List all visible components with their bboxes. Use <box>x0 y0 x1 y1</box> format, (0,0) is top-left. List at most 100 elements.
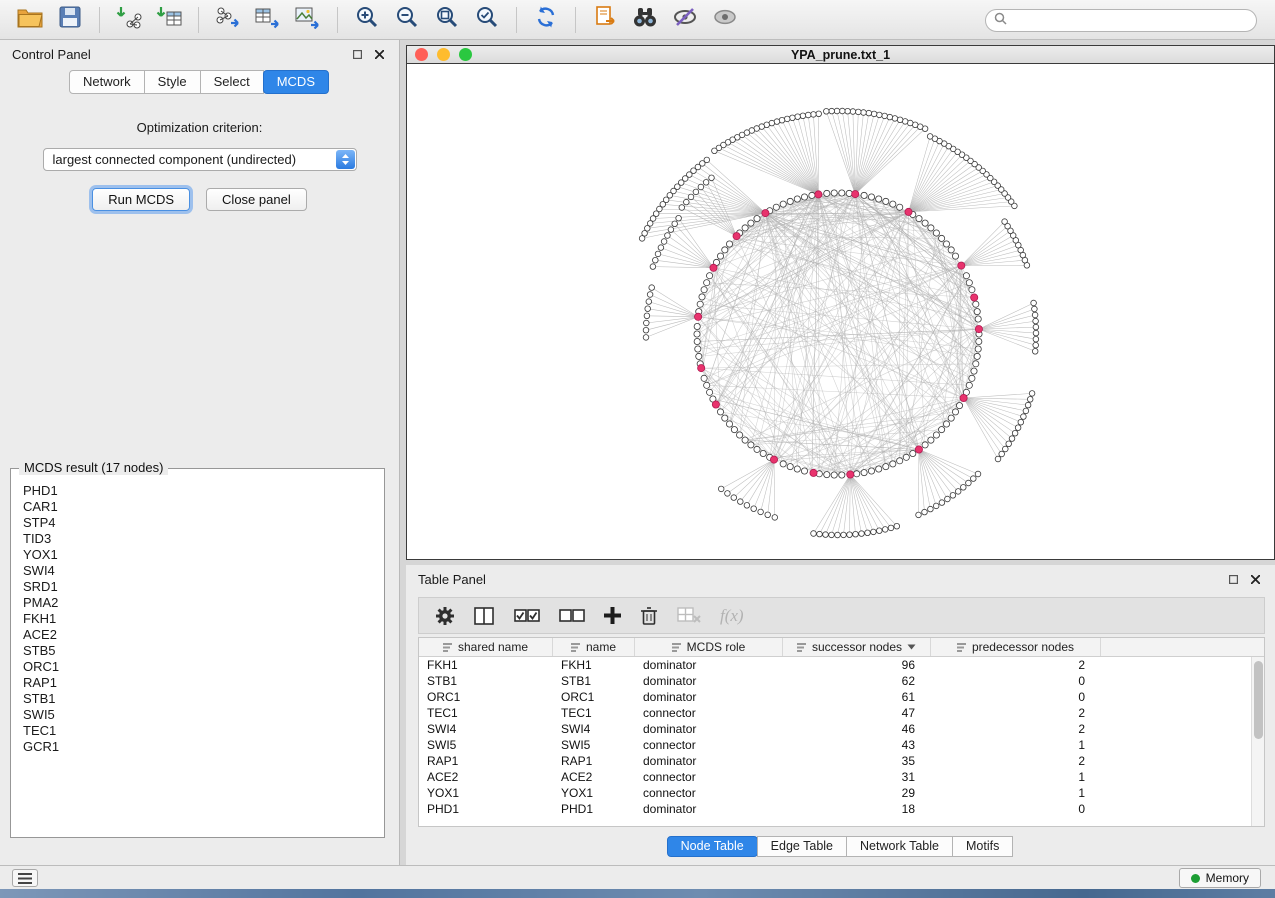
tab-style[interactable]: Style <box>144 70 201 94</box>
table-cell: dominator <box>635 722 783 736</box>
mcds-result-item[interactable]: ACE2 <box>23 627 384 643</box>
mcds-result-item[interactable]: PHD1 <box>23 483 384 499</box>
mcds-result-item[interactable]: YOX1 <box>23 547 384 563</box>
close-panel-icon[interactable] <box>1247 571 1263 587</box>
global-search-field[interactable] <box>985 9 1257 32</box>
sort-icon <box>571 642 581 652</box>
search-input[interactable] <box>1012 14 1256 28</box>
criterion-dropdown[interactable]: largest connected component (undirected) <box>43 148 357 171</box>
delete-column-button[interactable] <box>640 606 658 626</box>
show-graphics-details-button[interactable] <box>705 4 745 36</box>
table-cell: STB1 <box>553 674 635 688</box>
column-header-predecessor-nodes[interactable]: predecessor nodes <box>931 638 1101 656</box>
window-maximize-icon[interactable] <box>459 48 472 61</box>
table-cell: connector <box>635 738 783 752</box>
mcds-result-item[interactable]: TEC1 <box>23 723 384 739</box>
show-columns-button[interactable] <box>474 607 495 625</box>
table-cell: 61 <box>783 690 931 704</box>
mcds-result-item[interactable]: SRD1 <box>23 579 384 595</box>
column-header-name[interactable]: name <box>553 638 635 656</box>
table-cell: STB1 <box>419 674 553 688</box>
run-mcds-button[interactable]: Run MCDS <box>92 188 190 211</box>
mcds-result-item[interactable]: TID3 <box>23 531 384 547</box>
tab-motifs[interactable]: Motifs <box>952 836 1013 857</box>
memory-label: Memory <box>1206 871 1249 885</box>
hide-graphics-details-button[interactable] <box>665 4 705 36</box>
mcds-result-item[interactable]: FKH1 <box>23 611 384 627</box>
list-icon <box>18 873 32 884</box>
search-network-button[interactable] <box>625 4 665 36</box>
zoom-out-button[interactable] <box>387 4 427 36</box>
save-session-button[interactable] <box>50 4 90 36</box>
column-header-mcds-role[interactable]: MCDS role <box>635 638 783 656</box>
column-header-successor-nodes[interactable]: successor nodes <box>783 638 931 656</box>
mcds-result-item[interactable]: STB1 <box>23 691 384 707</box>
memory-button[interactable]: Memory <box>1179 868 1261 888</box>
open-file-button[interactable] <box>10 4 50 36</box>
table-row[interactable]: PHD1PHD1dominator180 <box>419 801 1264 817</box>
tab-select[interactable]: Select <box>200 70 264 94</box>
table-row[interactable]: SWI4SWI4dominator462 <box>419 721 1264 737</box>
import-network-button[interactable] <box>109 4 149 36</box>
import-table-button[interactable] <box>149 4 189 36</box>
mcds-result-item[interactable]: CAR1 <box>23 499 384 515</box>
mcds-result-item[interactable]: STP4 <box>23 515 384 531</box>
tab-edge-table[interactable]: Edge Table <box>757 836 847 857</box>
select-all-button[interactable] <box>514 609 540 623</box>
table-row[interactable]: FKH1FKH1dominator962 <box>419 657 1264 673</box>
refresh-button[interactable] <box>526 4 566 36</box>
table-row[interactable]: TEC1TEC1connector472 <box>419 705 1264 721</box>
show-panels-button[interactable] <box>12 869 38 887</box>
control-panel: Control Panel Network Style Select MCDS … <box>0 40 400 865</box>
export-network-button[interactable] <box>208 4 248 36</box>
table-cell: 2 <box>931 722 1101 736</box>
add-column-button[interactable] <box>604 607 621 624</box>
zoom-in-button[interactable] <box>347 4 387 36</box>
table-cell: connector <box>635 706 783 720</box>
zoom-fit-icon <box>435 5 459 34</box>
table-cell: SWI4 <box>419 722 553 736</box>
table-cell: TEC1 <box>419 706 553 720</box>
close-panel-icon[interactable] <box>371 46 387 62</box>
tab-node-table[interactable]: Node Table <box>667 836 758 857</box>
zoom-fit-button[interactable] <box>427 4 467 36</box>
network-canvas[interactable] <box>407 64 1274 559</box>
export-table-button[interactable] <box>248 4 288 36</box>
network-window-titlebar[interactable]: YPA_prune.txt_1 <box>407 46 1274 64</box>
table-cell: 43 <box>783 738 931 752</box>
table-row[interactable]: STB1STB1dominator620 <box>419 673 1264 689</box>
mcds-result-item[interactable]: SWI5 <box>23 707 384 723</box>
network-snapshot-button[interactable] <box>585 4 625 36</box>
close-panel-button[interactable]: Close panel <box>206 188 307 211</box>
mcds-result-item[interactable]: GCR1 <box>23 739 384 755</box>
node-table-body: FKH1FKH1dominator962STB1STB1dominator620… <box>419 657 1264 817</box>
deselect-all-button[interactable] <box>559 609 585 623</box>
mcds-result-list: PHD1CAR1STP4TID3YOX1SWI4SRD1PMA2FKH1ACE2… <box>11 469 384 755</box>
mcds-result-item[interactable]: SWI4 <box>23 563 384 579</box>
import-network-icon <box>116 5 142 34</box>
tab-network[interactable]: Network <box>69 70 145 94</box>
scrollbar-thumb[interactable] <box>1254 661 1263 739</box>
table-settings-button[interactable] <box>435 606 455 626</box>
window-minimize-icon[interactable] <box>437 48 450 61</box>
tab-mcds[interactable]: MCDS <box>263 70 329 94</box>
export-image-button[interactable] <box>288 4 328 36</box>
table-row[interactable]: YOX1YOX1connector291 <box>419 785 1264 801</box>
mcds-result-item[interactable]: RAP1 <box>23 675 384 691</box>
tab-network-table[interactable]: Network Table <box>846 836 953 857</box>
table-panel-tabs: Node Table Edge Table Network Table Moti… <box>406 836 1275 857</box>
mcds-result-item[interactable]: ORC1 <box>23 659 384 675</box>
mcds-result-item[interactable]: STB5 <box>23 643 384 659</box>
table-cell: ORC1 <box>419 690 553 704</box>
float-panel-icon[interactable] <box>1225 571 1241 587</box>
table-row[interactable]: ORC1ORC1dominator610 <box>419 689 1264 705</box>
table-row[interactable]: RAP1RAP1dominator352 <box>419 753 1264 769</box>
float-panel-icon[interactable] <box>349 46 365 62</box>
window-close-icon[interactable] <box>415 48 428 61</box>
table-row[interactable]: SWI5SWI5connector431 <box>419 737 1264 753</box>
table-row[interactable]: ACE2ACE2connector311 <box>419 769 1264 785</box>
mcds-result-item[interactable]: PMA2 <box>23 595 384 611</box>
column-header-shared-name[interactable]: shared name <box>419 638 553 656</box>
zoom-selected-button[interactable] <box>467 4 507 36</box>
table-scrollbar[interactable] <box>1251 657 1264 826</box>
